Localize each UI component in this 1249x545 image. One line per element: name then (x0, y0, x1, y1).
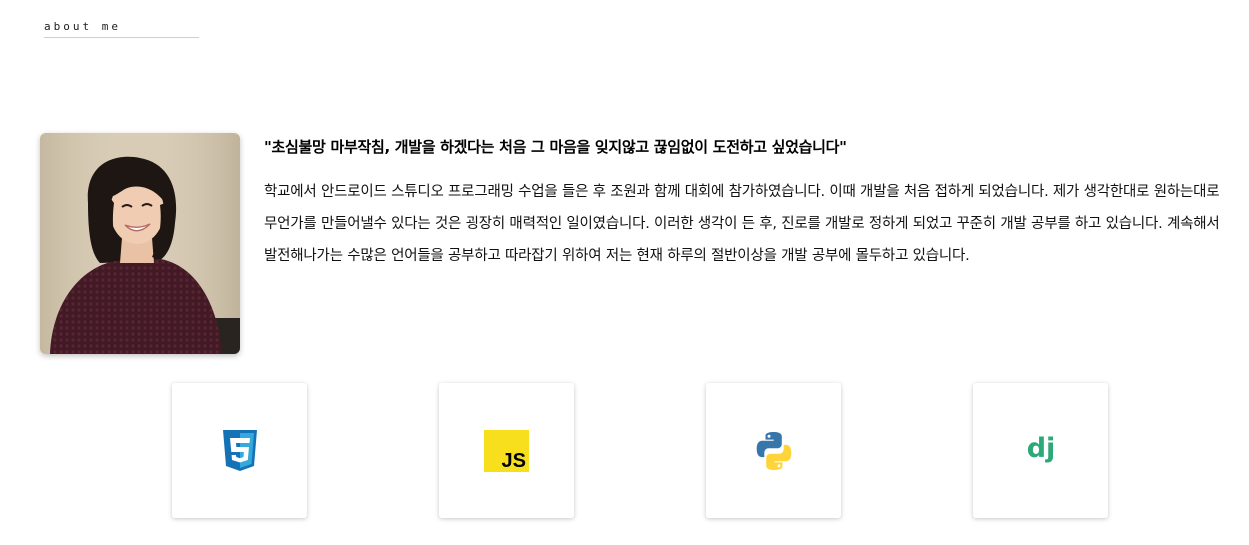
css3-icon (222, 429, 257, 471)
skills-row: JS dj (0, 383, 1249, 520)
skill-card-django: dj (973, 383, 1108, 518)
profile-quote: "초심불망 마부작침, 개발을 하겠다는 처음 그 마음을 잊지않고 끊임없이 … (264, 138, 847, 156)
python-icon (756, 431, 791, 470)
profile-photo (40, 133, 240, 354)
javascript-icon-text: JS (502, 450, 526, 472)
django-icon-text: dj (1026, 433, 1055, 464)
django-icon: dj (1026, 433, 1055, 464)
profile-photo-illustration (40, 133, 240, 354)
section-title: about me (44, 20, 199, 38)
skill-card-javascript: JS (439, 383, 574, 518)
skill-card-python (706, 383, 841, 518)
profile-description: 학교에서 안드로이드 스튜디오 프로그래밍 수업을 들은 후 조원과 함께 대회… (264, 184, 1220, 264)
javascript-icon: JS (484, 429, 529, 472)
skill-card-css3 (172, 383, 307, 518)
